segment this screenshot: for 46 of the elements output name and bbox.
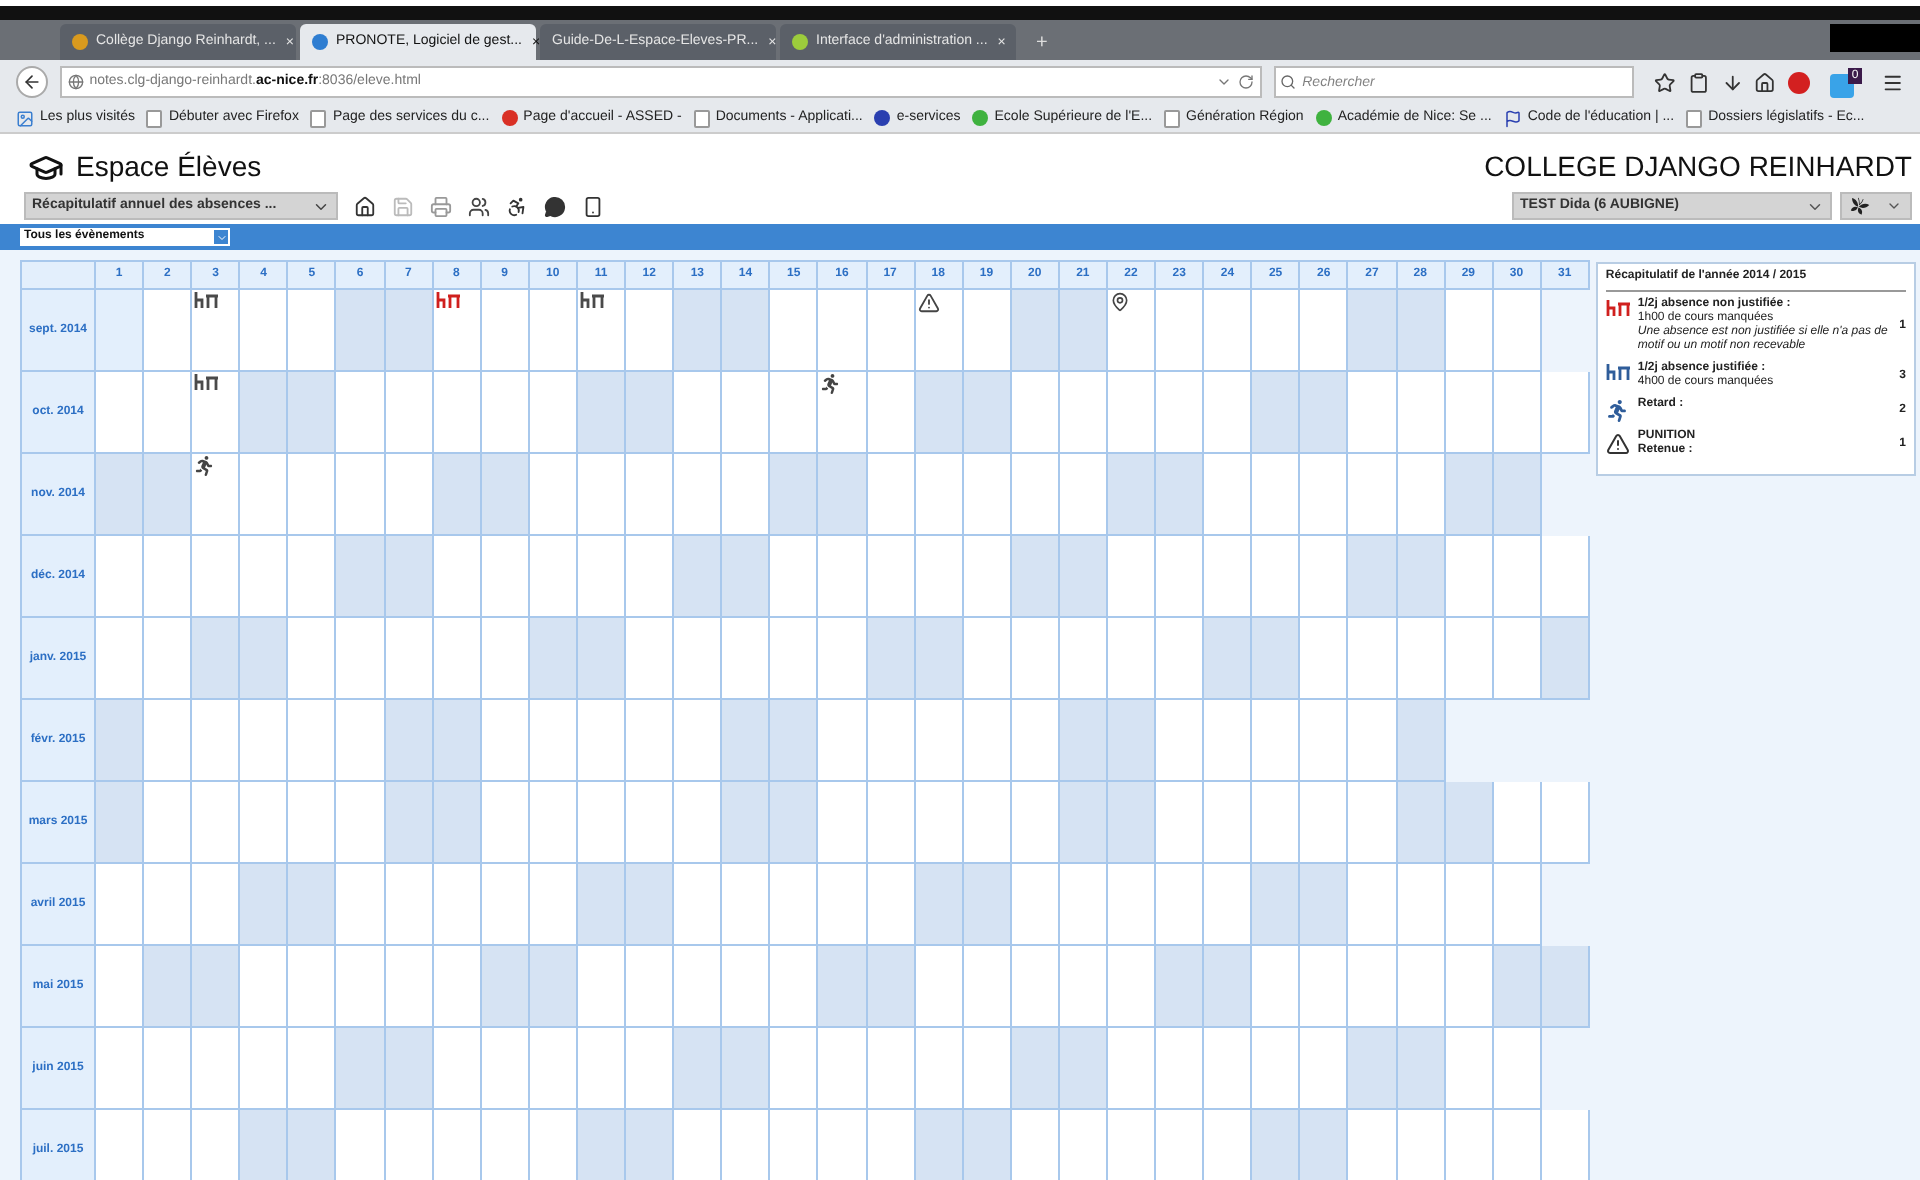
desk-chair-icon [194,292,219,308]
desk-chair-icon [435,292,460,308]
search-icon [1280,74,1297,90]
page-icon [310,109,327,127]
warning-icon [1605,432,1630,456]
extension-icon[interactable] [1829,73,1854,97]
flag-icon [1503,109,1522,127]
back-arrow-icon [21,72,42,92]
page-icon [693,109,710,127]
dropdown-icon[interactable] [1216,74,1233,90]
speech-bubble-icon[interactable] [544,195,566,217]
corner-header-cell [20,260,96,290]
accessibility-icon[interactable] [506,195,528,217]
caret-icon [215,231,227,243]
runner-icon [194,456,215,476]
new-tab-button[interactable]: + [1020,24,1064,60]
page-icon [1164,109,1181,127]
people-icon[interactable] [468,195,490,217]
butterfly-icon [1850,196,1870,216]
clipboard-icon[interactable] [1687,71,1710,93]
desk-chair-icon [579,292,604,308]
butterfly-menu-button[interactable] [1840,192,1912,220]
page-icon [1686,109,1703,127]
star-icon[interactable] [1654,71,1676,93]
runner-icon [1605,400,1628,422]
school-name: COLLEGE DJANGO REINHARDT [1484,148,1912,186]
pin-icon [1109,292,1130,312]
page-icon [146,109,163,127]
menu-icon[interactable] [1882,71,1904,93]
back-button[interactable] [16,66,48,98]
warning-icon [917,292,940,314]
reload-icon[interactable] [1238,74,1255,90]
download-icon[interactable] [1721,71,1743,93]
page-title: Espace Élèves [76,148,262,186]
desk-chair-icon [1605,364,1630,380]
title-bar-block [1830,24,1920,52]
home-icon[interactable] [1754,71,1777,93]
runner-icon [820,374,841,394]
picture-icon [16,109,34,127]
print-icon[interactable] [430,195,452,217]
desk-chair-icon [1605,300,1630,316]
globe-icon [67,74,84,90]
phone-icon[interactable] [582,195,604,217]
caret-icon [1886,198,1902,214]
desk-chair-icon [194,374,219,390]
home-icon[interactable] [354,195,376,217]
